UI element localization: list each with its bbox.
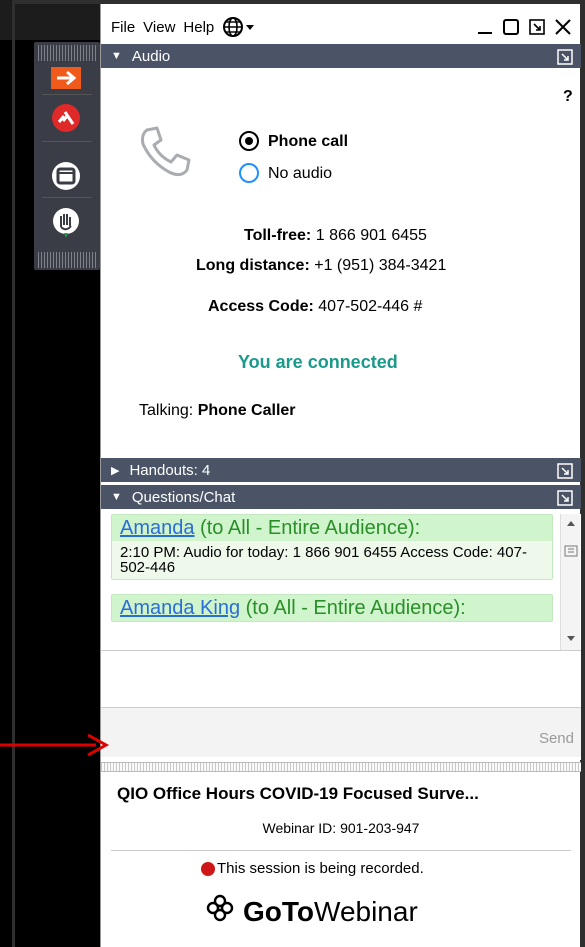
menu-help[interactable]: Help	[183, 19, 214, 36]
desktop-background-top	[0, 0, 100, 40]
scrollbar-arrows-icon[interactable]	[561, 514, 581, 650]
close-icon[interactable]	[554, 18, 572, 41]
radio-phone-call[interactable]	[239, 131, 259, 151]
expand-triangle-icon: ▶	[111, 464, 120, 477]
chat-sender-link[interactable]: Amanda	[120, 517, 195, 539]
maximize-icon[interactable]	[502, 18, 520, 41]
menu-file[interactable]: File	[111, 19, 135, 36]
raise-hand-icon[interactable]	[46, 205, 86, 241]
chat-message-header: Amanda (to All - Entire Audience):	[112, 515, 552, 541]
audio-section-header[interactable]: ▼ Audio	[101, 44, 581, 68]
longdistance-value: +1 (951) 384-3421	[314, 257, 447, 274]
recording-text: This session is being recorded.	[217, 860, 424, 877]
annotation-arrow-icon	[0, 730, 112, 765]
window-controls	[476, 18, 572, 41]
chat-message: Amanda (to All - Entire Audience): 2:10 …	[111, 514, 553, 580]
chat-section-label: Questions/Chat	[131, 488, 236, 506]
longdistance-label: Long distance:	[196, 257, 310, 274]
audio-help-button[interactable]: ?	[563, 88, 573, 106]
footer-divider	[111, 850, 571, 851]
talking-row: Talking: Phone Caller	[139, 402, 296, 420]
webinar-id: Webinar ID: 901-203-947	[262, 820, 420, 836]
gotowebinar-logo-icon	[205, 893, 235, 930]
chat-scrollbar[interactable]	[560, 514, 580, 650]
grab-tab-grip-bottom[interactable]	[38, 252, 96, 268]
collapse-triangle-icon: ▼	[111, 50, 122, 62]
chat-message-body: 2:10 PM: Audio for today: 1 866 901 6455…	[112, 541, 552, 579]
grab-tab-grip-top[interactable]	[38, 45, 96, 61]
exit-arrow-icon[interactable]	[46, 60, 86, 96]
brand-goto: GoTo	[243, 895, 315, 927]
popout-icon[interactable]	[557, 490, 573, 510]
screenshot-root: File View Help ▼ Audio ? Phone call No a…	[0, 0, 585, 947]
grab-tab-divider	[42, 94, 92, 95]
grab-tab-divider	[42, 141, 92, 142]
collapse-triangle-icon: ▼	[111, 491, 122, 503]
phone-handset-icon	[137, 124, 193, 185]
send-button[interactable]: Send	[539, 730, 574, 747]
popout-icon[interactable]	[557, 463, 573, 483]
talking-label: Talking:	[139, 402, 194, 419]
tollfree-value: 1 866 901 6455	[315, 227, 427, 244]
tollfree-label: Toll-free:	[244, 227, 312, 244]
record-dot-icon	[201, 861, 215, 876]
audio-section-label: Audio	[131, 47, 171, 65]
hangup-icon[interactable]	[46, 100, 86, 136]
recording-notice: This session is being recorded.	[201, 860, 424, 877]
chat-sender-link[interactable]: Amanda King	[120, 597, 240, 619]
panel-resize-handle[interactable]	[101, 762, 581, 772]
access-code-row: Access Code: 407-502-446 #	[208, 298, 422, 316]
chat-message-header: Amanda King (to All - Entire Audience):	[112, 595, 552, 621]
minimize-icon[interactable]	[476, 18, 494, 41]
option-no-audio-label[interactable]: No audio	[268, 165, 332, 183]
tollfree-row: Toll-free: 1 866 901 6455	[244, 227, 427, 245]
grab-tab-divider	[42, 197, 92, 198]
webinar-title: QIO Office Hours COVID-19 Focused Surve.…	[117, 784, 479, 803]
handouts-section-header[interactable]: ▶ Handouts: 4	[101, 458, 581, 482]
restore-icon[interactable]	[528, 18, 546, 41]
longdistance-row: Long distance: +1 (951) 384-3421	[196, 257, 446, 275]
control-panel: File View Help ▼ Audio ? Phone call No a…	[100, 4, 581, 947]
popout-icon[interactable]	[557, 49, 573, 69]
chat-audience: (to All - Entire Audience):	[240, 597, 466, 619]
option-phone-call-label[interactable]: Phone call	[268, 133, 348, 151]
globe-icon[interactable]	[222, 16, 256, 38]
connection-status: You are connected	[238, 352, 398, 372]
handouts-section-label: Handouts: 4	[129, 461, 211, 479]
chat-log[interactable]: Amanda (to All - Entire Audience): 2:10 …	[101, 514, 581, 650]
chat-input[interactable]	[101, 707, 581, 757]
brand-logo: GoTo Webinar	[205, 893, 418, 930]
chat-message: Amanda King (to All - Entire Audience):	[111, 594, 553, 622]
window-border-left	[12, 0, 15, 947]
radio-no-audio[interactable]	[239, 163, 259, 183]
access-code-label: Access Code:	[208, 298, 314, 315]
chat-section-header[interactable]: ▼ Questions/Chat	[101, 485, 581, 509]
talking-value: Phone Caller	[197, 402, 296, 419]
screen-icon[interactable]	[46, 158, 86, 194]
brand-webinar: Webinar	[314, 895, 418, 927]
menu-view[interactable]: View	[143, 19, 175, 36]
access-code-value: 407-502-446 #	[318, 298, 423, 315]
chat-audience: (to All - Entire Audience):	[194, 517, 421, 539]
chat-composer	[101, 650, 581, 760]
